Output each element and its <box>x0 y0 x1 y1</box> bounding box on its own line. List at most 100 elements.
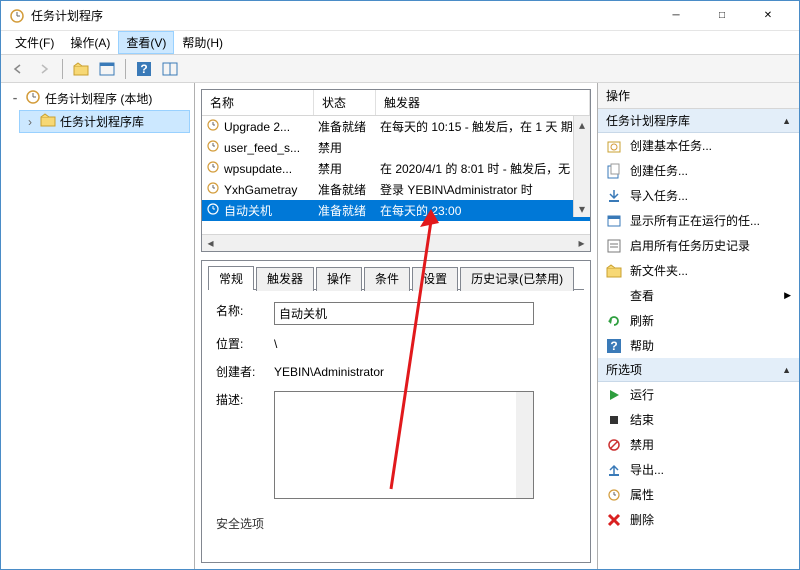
up-level-button[interactable] <box>70 58 92 80</box>
toolbar-separator <box>62 59 63 79</box>
panel-toggle-button[interactable] <box>96 58 118 80</box>
action-properties[interactable]: 属性 <box>598 482 799 507</box>
back-button[interactable] <box>7 58 29 80</box>
menu-action[interactable]: 操作(A) <box>62 31 118 54</box>
action-disable[interactable]: 禁用 <box>598 432 799 457</box>
action-import[interactable]: 导入任务... <box>598 183 799 208</box>
security-header: 安全选项 <box>216 515 264 532</box>
running-icon <box>606 213 622 229</box>
toolbar-separator <box>125 59 126 79</box>
creator-label: 创建者: <box>216 363 266 380</box>
desc-textarea[interactable] <box>274 391 534 499</box>
location-value: \ <box>274 335 277 353</box>
actions-group-header[interactable]: 所选项▲ <box>598 358 799 382</box>
clock-icon <box>206 202 220 219</box>
tree-root[interactable]: ⁃ 任务计划程序 (本地) <box>5 87 190 110</box>
folder-icon <box>40 113 56 130</box>
run-icon <box>606 387 622 403</box>
window-controls: ─ □ ✕ <box>653 1 791 31</box>
middle-pane: 名称 状态 触发器 Upgrade 2... 准备就绪 在每天的 10:15 -… <box>195 83 597 569</box>
actions-group-header[interactable]: 任务计划程序库▲ <box>598 109 799 133</box>
tree-expand-icon[interactable]: › <box>24 115 36 129</box>
tree-root-label: 任务计划程序 (本地) <box>45 90 152 107</box>
main-body: ⁃ 任务计划程序 (本地) › 任务计划程序库 名称 状态 触发器 <box>1 83 799 569</box>
collapse-caret-icon: ▲ <box>782 116 791 126</box>
tab-triggers[interactable]: 触发器 <box>256 267 314 291</box>
action-view[interactable]: 查看▶ <box>598 283 799 308</box>
disable-icon <box>606 437 622 453</box>
desc-label: 描述: <box>216 391 266 408</box>
app-icon <box>9 8 25 24</box>
task-row[interactable]: Upgrade 2... 准备就绪 在每天的 10:15 - 触发后，在 1 天… <box>202 116 590 137</box>
task-row[interactable]: user_feed_s... 禁用 <box>202 137 590 158</box>
name-field[interactable]: 自动关机 <box>274 302 534 325</box>
action-run[interactable]: 运行 <box>598 382 799 407</box>
creator-value: YEBIN\Administrator <box>274 363 384 381</box>
clock-icon <box>206 118 220 135</box>
vscrollbar[interactable]: ▴ ▾ <box>573 116 590 217</box>
app-window: 任务计划程序 ─ □ ✕ 文件(F) 操作(A) 查看(V) 帮助(H) ? ⁃… <box>0 0 800 570</box>
task-row[interactable]: YxhGametray 准备就绪 登录 YEBIN\Administrator … <box>202 179 590 200</box>
col-header-status[interactable]: 状态 <box>314 90 376 115</box>
tab-history[interactable]: 历史记录(已禁用) <box>460 267 574 291</box>
action-end[interactable]: 结束 <box>598 407 799 432</box>
tree-collapse-icon[interactable]: ⁃ <box>9 92 21 106</box>
menu-help[interactable]: 帮助(H) <box>174 31 231 54</box>
minimize-button[interactable]: ─ <box>653 1 699 31</box>
task-row[interactable]: wpsupdate... 禁用 在 2020/4/1 的 8:01 时 - 触发… <box>202 158 590 179</box>
actions-scroll: 任务计划程序库▲创建基本任务...创建任务...导入任务...显示所有正在运行的… <box>598 109 799 532</box>
menu-file[interactable]: 文件(F) <box>7 31 62 54</box>
action-new-task[interactable]: 创建任务... <box>598 158 799 183</box>
tree-child-label: 任务计划程序库 <box>60 113 144 130</box>
layout-button[interactable] <box>159 58 181 80</box>
actions-pane: 操作 任务计划程序库▲创建基本任务...创建任务...导入任务...显示所有正在… <box>597 83 799 569</box>
textarea-scrollbar[interactable] <box>516 392 533 498</box>
clock-icon <box>206 139 220 156</box>
location-label: 位置: <box>216 335 266 352</box>
maximize-button[interactable]: □ <box>699 1 745 31</box>
menu-view[interactable]: 查看(V) <box>118 31 174 54</box>
general-panel: 名称: 自动关机 位置: \ 创建者: YEBIN\Administrator … <box>208 289 584 562</box>
new-folder-icon <box>606 263 622 279</box>
help-icon: ? <box>606 338 622 354</box>
help-button[interactable]: ? <box>133 58 155 80</box>
action-refresh[interactable]: 刷新 <box>598 308 799 333</box>
tab-settings[interactable]: 设置 <box>412 267 458 291</box>
tree-child-library[interactable]: › 任务计划程序库 <box>19 110 190 133</box>
svg-text:?: ? <box>610 339 617 353</box>
menubar: 文件(F) 操作(A) 查看(V) 帮助(H) <box>1 31 799 55</box>
action-export[interactable]: 导出... <box>598 457 799 482</box>
properties-icon <box>606 487 622 503</box>
col-header-trigger[interactable]: 触发器 <box>376 90 590 115</box>
refresh-icon <box>606 313 622 329</box>
col-header-name[interactable]: 名称 <box>202 90 314 115</box>
action-delete[interactable]: 删除 <box>598 507 799 532</box>
enable-history-icon <box>606 238 622 254</box>
scroll-up-icon[interactable]: ▴ <box>574 116 590 133</box>
new-task-icon <box>606 163 622 179</box>
scroll-right-icon[interactable]: ▸ <box>573 235 590 252</box>
task-list: 名称 状态 触发器 Upgrade 2... 准备就绪 在每天的 10:15 -… <box>201 89 591 252</box>
task-list-header: 名称 状态 触发器 <box>202 90 590 116</box>
svg-text:?: ? <box>140 62 147 76</box>
action-help[interactable]: ?帮助 <box>598 333 799 358</box>
action-running[interactable]: 显示所有正在运行的任... <box>598 208 799 233</box>
task-list-body: Upgrade 2... 准备就绪 在每天的 10:15 - 触发后，在 1 天… <box>202 116 590 234</box>
import-icon <box>606 188 622 204</box>
task-detail: 常规 触发器 操作 条件 设置 历史记录(已禁用) 名称: 自动关机 位置: \ <box>201 260 591 563</box>
task-row-selected[interactable]: 自动关机 准备就绪 在每天的 23:00 <box>202 200 590 221</box>
action-enable-history[interactable]: 启用所有任务历史记录 <box>598 233 799 258</box>
hscrollbar[interactable]: ◂ ▸ <box>202 234 590 251</box>
forward-button[interactable] <box>33 58 55 80</box>
tab-general[interactable]: 常规 <box>208 266 254 290</box>
action-new-basic[interactable]: 创建基本任务... <box>598 133 799 158</box>
action-new-folder[interactable]: 新文件夹... <box>598 258 799 283</box>
tab-actions[interactable]: 操作 <box>316 267 362 291</box>
scroll-left-icon[interactable]: ◂ <box>202 235 219 252</box>
collapse-caret-icon: ▲ <box>782 365 791 375</box>
tab-conditions[interactable]: 条件 <box>364 267 410 291</box>
view-icon <box>606 288 622 304</box>
close-button[interactable]: ✕ <box>745 1 791 31</box>
scroll-down-icon[interactable]: ▾ <box>574 200 590 217</box>
new-basic-icon <box>606 138 622 154</box>
